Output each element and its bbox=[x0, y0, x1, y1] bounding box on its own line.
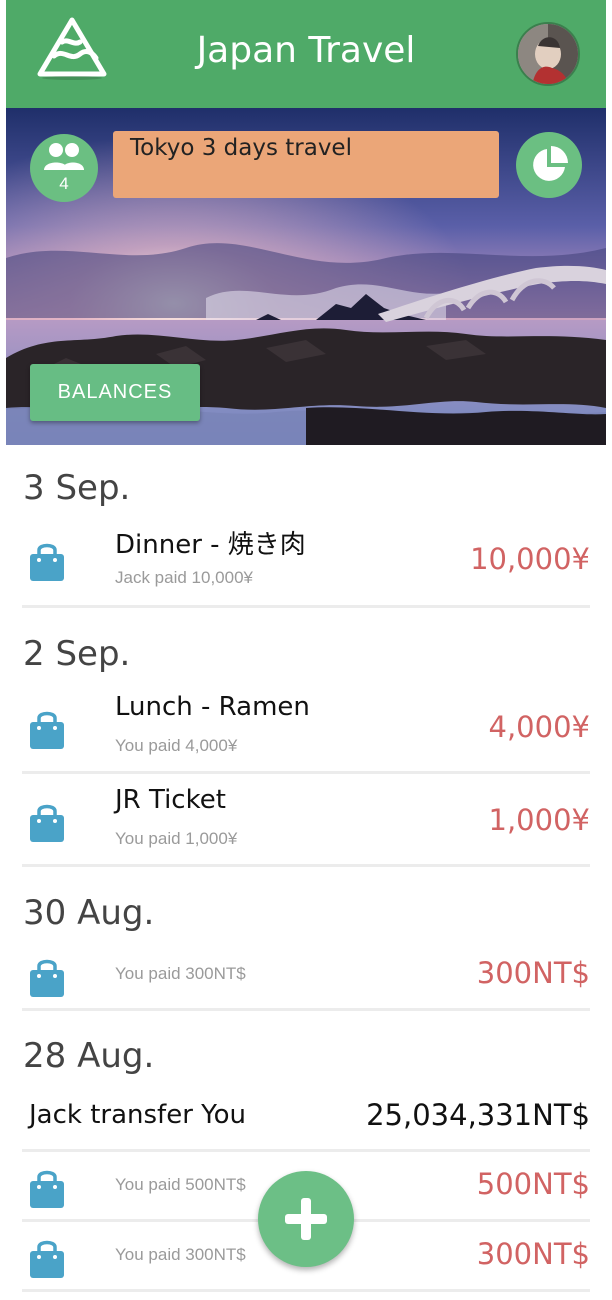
expense-title: JR Ticket bbox=[115, 785, 226, 815]
pie-chart-icon bbox=[533, 146, 568, 181]
date-label: 2 Sep. bbox=[23, 634, 131, 674]
expense-amount: 10,000¥ bbox=[470, 542, 590, 576]
date-label: 3 Sep. bbox=[23, 468, 131, 508]
expense-row[interactable]: Dinner - 焼き肉 Jack paid 10,000¥ 10,000¥ bbox=[22, 520, 590, 608]
members-button[interactable]: 4 bbox=[30, 134, 98, 202]
date-header: 30 Aug. bbox=[23, 893, 591, 933]
pie-chart-button[interactable] bbox=[516, 132, 582, 198]
trip-name-field[interactable]: Tokyo 3 days travel bbox=[113, 131, 499, 198]
expense-row[interactable]: Lunch - Ramen You paid 4,000¥ 4,000¥ bbox=[22, 688, 590, 774]
expense-payer: You paid 4,000¥ bbox=[115, 736, 238, 755]
expense-payer: You paid 300NT$ bbox=[115, 1245, 246, 1264]
shopping-bag-icon bbox=[28, 801, 66, 843]
shopping-bag-icon bbox=[28, 1237, 66, 1279]
trip-cover-image: 4 Tokyo 3 days travel BALANCES bbox=[6, 108, 606, 445]
expense-amount: 300NT$ bbox=[476, 1237, 590, 1271]
balances-button[interactable]: BALANCES bbox=[30, 364, 200, 421]
date-header: 2 Sep. bbox=[23, 634, 591, 674]
expense-amount: 4,000¥ bbox=[488, 710, 590, 744]
expense-row[interactable]: JR Ticket You paid 1,000¥ 1,000¥ bbox=[22, 781, 590, 867]
expense-payer: You paid 500NT$ bbox=[115, 1175, 246, 1194]
expense-row[interactable]: You paid 300NT$ 300NT$ bbox=[22, 944, 590, 1011]
date-label: 28 Aug. bbox=[23, 1036, 155, 1076]
shopping-bag-icon bbox=[28, 1167, 66, 1209]
date-header: 28 Aug. bbox=[23, 1036, 591, 1076]
expense-title: Lunch - Ramen bbox=[115, 692, 310, 722]
expense-amount: 1,000¥ bbox=[488, 803, 590, 837]
date-label: 30 Aug. bbox=[23, 893, 155, 933]
plus-icon bbox=[285, 1198, 327, 1240]
expense-payer: You paid 300NT$ bbox=[115, 964, 246, 983]
member-count: 4 bbox=[59, 174, 69, 193]
app: Japan Travel 4 Tokyo 3 days travel BALAN… bbox=[6, 0, 606, 1300]
user-avatar[interactable] bbox=[516, 22, 580, 86]
transfer-row[interactable]: Jack transfer You 25,034,331NT$ bbox=[22, 1090, 590, 1152]
shopping-bag-icon bbox=[28, 540, 66, 582]
add-expense-button[interactable] bbox=[258, 1171, 354, 1267]
app-header: Japan Travel bbox=[6, 0, 606, 108]
date-header: 3 Sep. bbox=[23, 468, 591, 508]
shopping-bag-icon bbox=[28, 956, 66, 998]
expense-amount: 500NT$ bbox=[476, 1167, 590, 1201]
expense-payer: Jack paid 10,000¥ bbox=[115, 568, 253, 587]
group-icon bbox=[44, 143, 84, 170]
transfer-text: Jack transfer You bbox=[29, 1100, 246, 1130]
transfer-amount: 25,034,331NT$ bbox=[366, 1098, 590, 1132]
shopping-bag-icon bbox=[28, 708, 66, 750]
expense-title: Dinner - 焼き肉 bbox=[115, 530, 306, 560]
expense-payer: You paid 1,000¥ bbox=[115, 829, 238, 848]
expense-amount: 300NT$ bbox=[476, 956, 590, 990]
